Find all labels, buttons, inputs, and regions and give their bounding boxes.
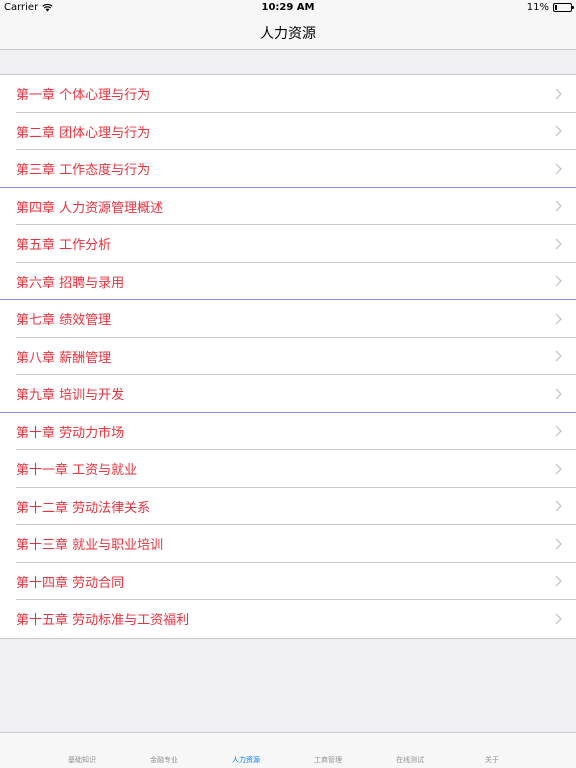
chapter-label: 第八章 薪酬管理 [16, 350, 112, 366]
chapter-row[interactable]: 第七章 绩效管理 [0, 300, 576, 338]
chevron-right-icon [555, 425, 562, 437]
nav-bar: 人力资源 [0, 16, 576, 50]
tab-bar: 基础知识 金融专业 人力资源 工商管理 在线测试 关于 [0, 732, 576, 768]
chapter-label: 第四章 人力资源管理概述 [16, 200, 164, 216]
chapter-row[interactable]: 第十章 劳动力市场 [0, 412, 576, 450]
chevron-right-icon [555, 163, 562, 175]
tab-label: 工商管理 [314, 756, 342, 764]
chevron-right-icon [555, 313, 562, 325]
tab-label: 人力资源 [232, 756, 260, 764]
battery-percent: 11% [526, 2, 549, 13]
tab-item[interactable]: 金融专业 [124, 755, 204, 765]
chevron-right-icon [555, 238, 562, 250]
page-title: 人力资源 [260, 25, 316, 42]
tab-item[interactable]: 工商管理 [288, 755, 368, 765]
chapter-row[interactable]: 第十五章 劳动标准与工资福利 [0, 600, 576, 638]
chapter-row[interactable]: 第三章 工作态度与行为 [0, 150, 576, 188]
tab-item[interactable]: 在线测试 [370, 755, 450, 765]
tab-item[interactable]: 人力资源 [206, 755, 286, 765]
chevron-right-icon [555, 575, 562, 587]
chevron-right-icon [555, 388, 562, 400]
chapter-label: 第十四章 劳动合同 [16, 575, 125, 591]
chapter-row[interactable]: 第一章 个体心理与行为 [0, 75, 576, 113]
tab-item[interactable]: 关于 [452, 755, 532, 765]
chevron-right-icon [555, 538, 562, 550]
chapter-label: 第十五章 劳动标准与工资福利 [16, 613, 190, 629]
tab-label: 在线测试 [396, 756, 424, 764]
status-bar: Carrier 10:29 AM 11% [0, 0, 576, 16]
chevron-right-icon [555, 350, 562, 362]
chapter-row[interactable]: 第十四章 劳动合同 [0, 562, 576, 600]
battery-fill [555, 5, 557, 10]
chapter-label: 第十三章 就业与职业培训 [16, 538, 164, 554]
chapter-label: 第七章 绩效管理 [16, 313, 112, 329]
chevron-right-icon [555, 463, 562, 475]
tab-label: 金融专业 [150, 756, 178, 764]
chevron-right-icon [555, 500, 562, 512]
chapter-label: 第十章 劳动力市场 [16, 425, 125, 441]
chapter-label: 第五章 工作分析 [16, 238, 112, 254]
chapter-row[interactable]: 第十二章 劳动法律关系 [0, 487, 576, 525]
chapter-label: 第一章 个体心理与行为 [16, 88, 151, 104]
chapter-label: 第九章 培训与开发 [16, 388, 125, 404]
chapter-row[interactable]: 第十三章 就业与职业培训 [0, 525, 576, 563]
chevron-right-icon [555, 88, 562, 100]
status-battery: 11% [526, 2, 574, 13]
chapter-row[interactable]: 第九章 培训与开发 [0, 375, 576, 413]
screen: Carrier 10:29 AM 11% 人力资源 第一章 个体心理与行为 第二章… [0, 0, 576, 768]
battery-icon [553, 3, 574, 12]
chapter-row[interactable]: 第八章 薪酬管理 [0, 337, 576, 375]
chevron-right-icon [555, 200, 562, 212]
chapter-row[interactable]: 第六章 招聘与录用 [0, 262, 576, 300]
chevron-right-icon [555, 125, 562, 137]
chapter-label: 第十一章 工资与就业 [16, 463, 138, 479]
chapter-label: 第六章 招聘与录用 [16, 275, 125, 291]
chapter-row[interactable]: 第十一章 工资与就业 [0, 450, 576, 488]
chevron-right-icon [555, 613, 562, 625]
chapter-row[interactable]: 第五章 工作分析 [0, 225, 576, 263]
tab-item[interactable]: 基础知识 [42, 755, 122, 765]
chapter-row[interactable]: 第四章 人力资源管理概述 [0, 187, 576, 225]
status-time: 10:29 AM [261, 2, 315, 13]
chevron-right-icon [555, 275, 562, 287]
chapter-list: 第一章 个体心理与行为 第二章 团体心理与行为 第三章 工作态度与行为 第四章 人力资… [0, 74, 576, 639]
chapter-row[interactable]: 第二章 团体心理与行为 [0, 112, 576, 150]
chapter-label: 第十二章 劳动法律关系 [16, 500, 151, 516]
chapter-label: 第二章 团体心理与行为 [16, 125, 151, 141]
chapter-label: 第三章 工作态度与行为 [16, 163, 151, 179]
tab-label: 基础知识 [68, 756, 96, 764]
tab-label: 关于 [485, 756, 499, 764]
